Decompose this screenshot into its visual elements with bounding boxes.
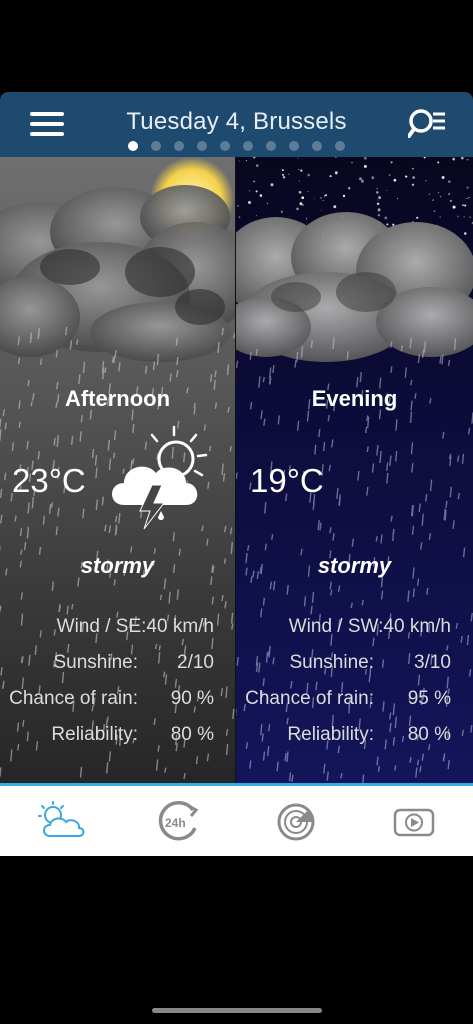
sunshine-value: 2/10 (177, 652, 214, 673)
temperature: 19°C (250, 462, 324, 499)
reliability-label: Reliability: (287, 724, 374, 745)
page-indicator (0, 141, 473, 151)
page-dot[interactable] (220, 141, 230, 151)
location-date-title: Tuesday 4, Brussels (126, 108, 347, 135)
app-header: Tuesday 4, Brussels (0, 92, 473, 157)
menu-icon[interactable] (30, 112, 64, 138)
condition-label: stormy (80, 553, 155, 578)
wind-label: Wind / SW:40 km/h (288, 616, 451, 637)
reliability-label: Reliability: (51, 724, 138, 745)
page-dot[interactable] (243, 141, 253, 151)
sunshine-label: Sunshine: (289, 652, 374, 673)
reliability-value: 80 % (407, 724, 451, 745)
evening-panel[interactable]: Evening 19°C stormy Wind / SW:40 km/h Su… (236, 157, 473, 783)
page-dot[interactable] (335, 141, 345, 151)
page-dot[interactable] (312, 141, 322, 151)
page-dot[interactable] (174, 141, 184, 151)
svg-text:24h: 24h (165, 816, 186, 830)
page-dot[interactable] (197, 141, 207, 151)
search-list-icon[interactable] (408, 108, 446, 140)
condition-label: stormy (317, 553, 392, 578)
sunshine-value: 3/10 (414, 652, 451, 673)
rain-label: Chance of rain: (245, 688, 374, 709)
home-indicator (152, 1008, 322, 1013)
wind-label: Wind / SE:40 km/h (56, 616, 214, 637)
page-dot[interactable] (151, 141, 161, 151)
tab-radar-icon[interactable] (270, 800, 320, 844)
page-dot[interactable] (289, 141, 299, 151)
tab-24h-icon[interactable]: 24h (153, 800, 203, 844)
rain-value: 95 % (407, 688, 451, 709)
tab-weather-icon[interactable] (36, 800, 86, 844)
sunshine-label: Sunshine: (53, 652, 138, 673)
page-dot[interactable] (266, 141, 276, 151)
afternoon-panel[interactable]: Afternoon 23°C stormy Wind / SE:40 km/h … (0, 157, 235, 783)
period-label: Afternoon (64, 386, 171, 411)
rain-value: 90 % (170, 688, 214, 709)
rain-label: Chance of rain: (9, 688, 138, 709)
reliability-value: 80 % (170, 724, 214, 745)
thunderstorm-sun-icon (112, 425, 208, 530)
tab-video-icon[interactable] (389, 800, 439, 844)
period-label: Evening (311, 386, 398, 411)
page-dot[interactable] (128, 141, 138, 151)
bottom-tab-bar: 24h (0, 783, 473, 856)
temperature: 23°C (12, 462, 86, 499)
